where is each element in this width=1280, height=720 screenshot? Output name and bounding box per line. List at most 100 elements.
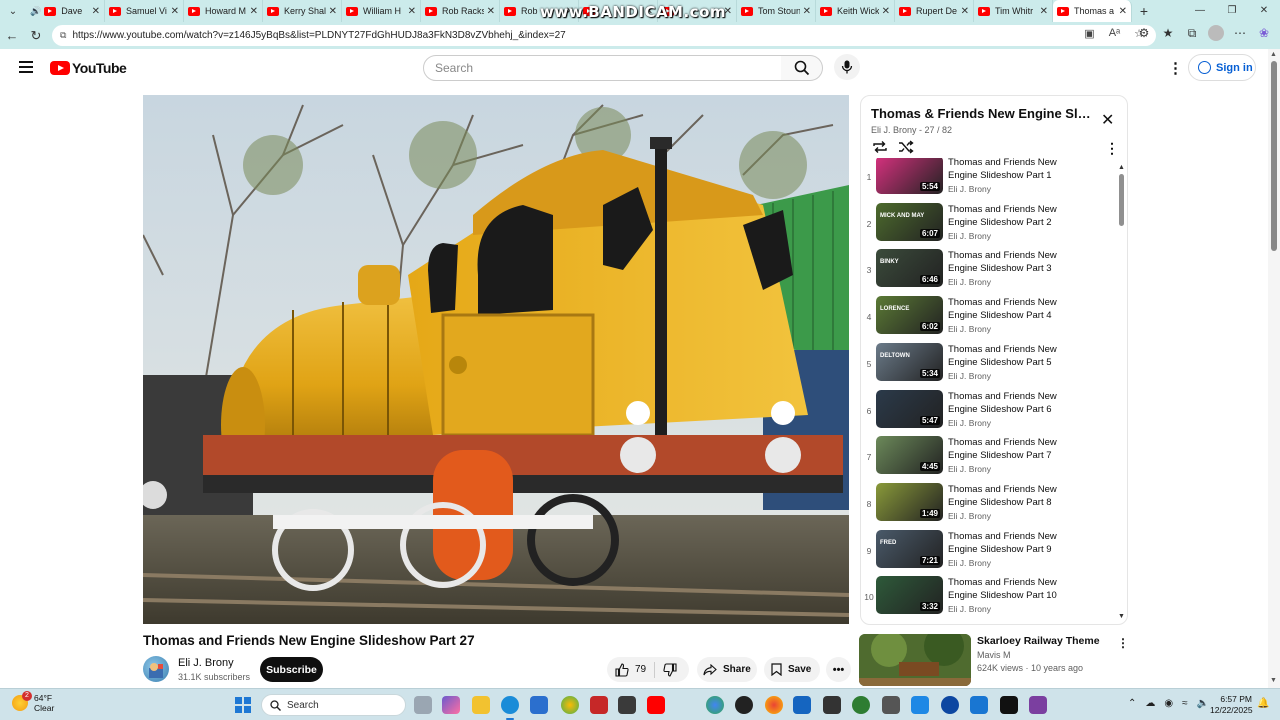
browser-tab[interactable]: Keith Wick ✕ <box>816 0 895 22</box>
browser-tab[interactable]: Thomas a ✕ <box>1053 0 1132 22</box>
close-tab-icon[interactable]: ✕ <box>1119 6 1127 17</box>
start-button[interactable] <box>235 697 251 713</box>
voice-search-button[interactable] <box>834 54 860 80</box>
browser-tab[interactable]: Howard M ✕ <box>184 0 263 22</box>
close-tab-icon[interactable]: ✕ <box>92 6 100 17</box>
video-player[interactable] <box>143 95 849 624</box>
close-tab-icon[interactable]: ✕ <box>171 6 179 17</box>
editor-icon[interactable] <box>911 696 929 714</box>
amazon-icon[interactable] <box>618 696 636 714</box>
tab-audio-icon[interactable]: 🔊 <box>30 6 41 17</box>
video-editor-icon[interactable] <box>970 696 988 714</box>
app-available-icon[interactable]: ▣ <box>1084 27 1094 40</box>
url-field[interactable]: ⧉ https://www.youtube.com/watch?v=z146J5… <box>52 25 1156 46</box>
playlist-item-title[interactable]: Thomas and Friends New Engine Slideshow … <box>948 530 1078 556</box>
playlist-item-title[interactable]: Thomas and Friends New Engine Slideshow … <box>948 576 1078 602</box>
minimize-icon[interactable]: — <box>1184 0 1216 22</box>
close-tab-icon[interactable]: ✕ <box>408 6 416 17</box>
search-button[interactable] <box>781 55 823 81</box>
photos-icon[interactable] <box>793 696 811 714</box>
network-icon[interactable]: ◉ <box>1164 698 1173 709</box>
chrome-icon-3[interactable] <box>765 696 783 714</box>
browser-tab[interactable]: William H ✕ <box>342 0 421 22</box>
chrome-icon-1[interactable] <box>561 696 579 714</box>
playlist-item-thumbnail[interactable]: MICK AND MAY 6:07 <box>876 202 943 241</box>
close-window-icon[interactable]: ✕ <box>1248 0 1280 22</box>
playlist-scrollbar[interactable] <box>1119 168 1124 618</box>
taskbar-search[interactable]: Search <box>261 694 406 716</box>
close-tab-icon[interactable]: ✕ <box>882 6 890 17</box>
new-tab-button[interactable]: + <box>1132 3 1156 19</box>
save-button[interactable]: Save <box>764 657 820 682</box>
read-aloud-icon[interactable]: Aᵃ <box>1109 27 1120 40</box>
browser-tab[interactable]: Kerry Shal ✕ <box>263 0 342 22</box>
tab-actions-icon[interactable]: ⌄ <box>0 0 26 22</box>
thumbs-down-icon[interactable] <box>663 662 677 677</box>
playlist-item[interactable]: 5 DELTOWN 5:34 Thomas and Friends New Engin… <box>861 342 1116 387</box>
close-tab-icon[interactable]: ✕ <box>1040 6 1048 17</box>
shuffle-icon[interactable] <box>898 140 914 157</box>
browser-tab[interactable]: Tom Stoun ✕ <box>737 0 816 22</box>
playlist-item-title[interactable]: Thomas and Friends New Engine Slideshow … <box>948 158 1078 182</box>
file-explorer-icon[interactable] <box>472 696 490 714</box>
channel-name[interactable]: Eli J. Brony <box>178 657 234 669</box>
youtube-logo[interactable]: YouTube <box>50 60 127 76</box>
collections-icon[interactable]: ⧉ <box>1184 26 1200 41</box>
subscribe-button[interactable]: Subscribe <box>260 657 323 682</box>
copilot-icon[interactable]: ❀ <box>1256 26 1272 40</box>
playlist-item-thumbnail[interactable]: BINKY 6:46 <box>876 249 943 288</box>
playlist-item[interactable]: 8 1:49 Thomas and Friends New Engine Slide… <box>861 482 1116 527</box>
playlist-item-title[interactable]: Thomas and Friends New Engine Slideshow … <box>948 343 1078 369</box>
profile-avatar[interactable] <box>1208 25 1224 41</box>
record-app-icon[interactable] <box>735 696 753 714</box>
clipchamp-icon[interactable] <box>1029 696 1047 714</box>
copilot-app-icon[interactable] <box>442 696 460 714</box>
playlist-item-thumbnail[interactable]: 1:49 <box>876 482 943 521</box>
playlist-scroll-thumb[interactable] <box>1119 174 1124 226</box>
playlist-item[interactable]: 2 MICK AND MAY 6:07 Thomas and Friends New … <box>861 202 1116 247</box>
edge-browser-icon[interactable] <box>501 696 519 714</box>
playlist-item-thumbnail[interactable]: LORENCE 6:02 <box>876 296 943 335</box>
playlist-menu-icon[interactable]: ⋮ <box>1105 140 1119 157</box>
playlist-item-title[interactable]: Thomas and Friends New Engine Slideshow … <box>948 203 1078 229</box>
loop-icon[interactable] <box>872 140 888 157</box>
game-icon[interactable] <box>1000 696 1018 714</box>
playlist-item[interactable]: 10 3:32 Thomas and Friends New Engine Slid… <box>861 576 1116 620</box>
notification-bell-icon[interactable]: 🔔 <box>1257 698 1269 709</box>
thumbs-up-icon[interactable] <box>615 662 629 677</box>
playlist-item[interactable]: 6 5:47 Thomas and Friends New Engine Slide… <box>861 389 1116 434</box>
playlist-item-thumbnail[interactable]: 3:32 <box>876 576 943 615</box>
capcut-icon[interactable] <box>823 696 841 714</box>
playlist-item-thumbnail[interactable]: 4:45 <box>876 436 943 475</box>
cloud-icon[interactable]: ☁ <box>1145 698 1155 709</box>
playlist-item-thumbnail[interactable]: 5:54 <box>876 158 943 194</box>
close-tab-icon[interactable]: ✕ <box>487 6 495 17</box>
recommended-thumbnail[interactable] <box>859 634 971 686</box>
playlist-title[interactable]: Thomas & Friends New Engine Slide... <box>871 106 1091 121</box>
wifi-icon[interactable]: ≈ <box>1182 698 1188 709</box>
browser-tab[interactable]: Samuel Vi ✕ <box>105 0 184 22</box>
close-tab-icon[interactable]: ✕ <box>250 6 258 17</box>
recommended-menu-icon[interactable]: ⋮ <box>1117 636 1129 650</box>
volume-icon[interactable]: 🔈 <box>1197 698 1209 709</box>
page-scrollbar[interactable]: ▲ ▼ <box>1268 49 1280 688</box>
close-playlist-icon[interactable]: ✕ <box>1101 110 1114 130</box>
playlist-item-title[interactable]: Thomas and Friends New Engine Slideshow … <box>948 483 1078 509</box>
search-input[interactable]: Search <box>423 55 782 81</box>
task-view-icon[interactable] <box>414 696 432 714</box>
share-button[interactable]: Share <box>697 657 757 682</box>
playlist-item[interactable]: 9 FRED 7:21 Thomas and Friends New Engine S… <box>861 529 1116 574</box>
playlist-item-title[interactable]: Thomas and Friends New Engine Slideshow … <box>948 296 1078 322</box>
store-icon[interactable] <box>530 696 548 714</box>
browser-tab[interactable]: Tim Whitr ✕ <box>974 0 1053 22</box>
playlist-item-title[interactable]: Thomas and Friends New Engine Slideshow … <box>948 436 1078 462</box>
browser-tab[interactable]: Rob Racks ✕ <box>421 0 500 22</box>
show-hidden-icons-icon[interactable]: ⌃ <box>1128 698 1136 709</box>
close-tab-icon[interactable]: ✕ <box>803 6 811 17</box>
page-scroll-thumb[interactable] <box>1271 61 1277 251</box>
playlist-item-thumbnail[interactable]: 5:47 <box>876 389 943 428</box>
more-actions-icon[interactable]: ••• <box>826 657 851 682</box>
scroll-down-arrow-icon[interactable]: ▼ <box>1118 613 1125 620</box>
browser-tab[interactable]: Rupert De ✕ <box>895 0 974 22</box>
antivirus-icon[interactable] <box>590 696 608 714</box>
